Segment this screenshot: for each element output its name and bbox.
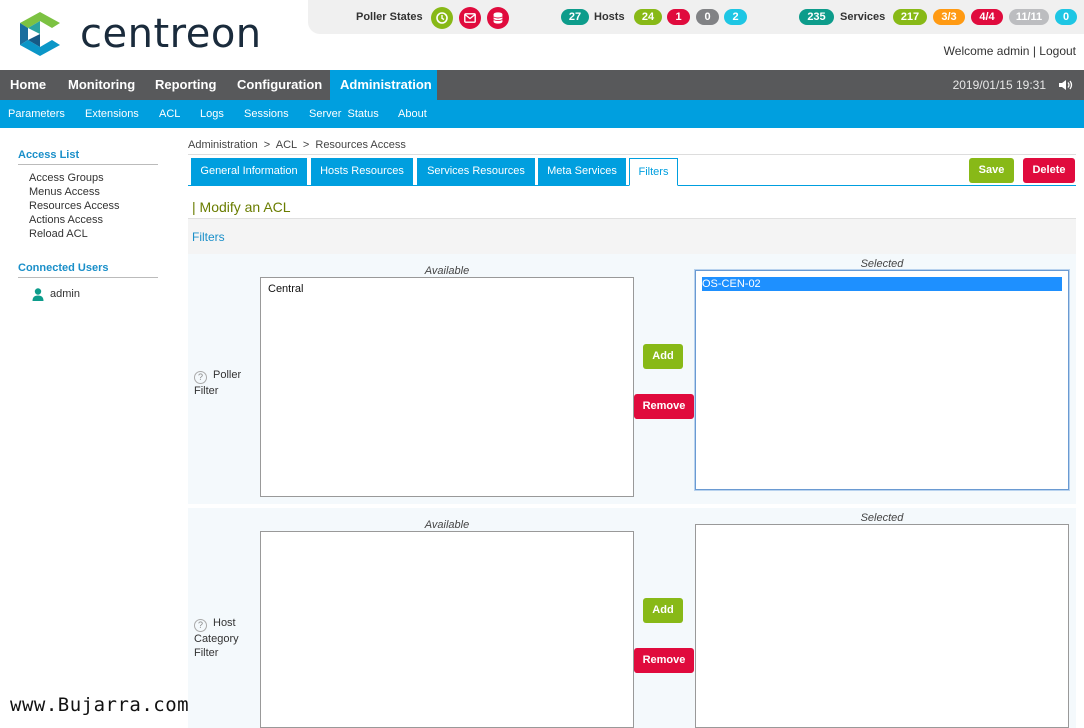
poller-add-button[interactable]: Add [643,344,683,369]
logo-text: centreon [80,11,262,57]
subnav-parameters[interactable]: Parameters [8,100,65,128]
hosts-unreachable-badge[interactable]: 0 [696,9,719,25]
tab-services-resources[interactable]: Services Resources [417,158,535,185]
poller-filter-label: ? Poller Filter [194,368,254,398]
sidebar-item-menus-access[interactable]: Menus Access [29,186,100,198]
sidebar-item-resources-access[interactable]: Resources Access [29,200,119,212]
header: centreon Poller States 27 Hosts 24 1 0 2… [0,0,1084,70]
tab-filters[interactable]: Filters [629,158,678,186]
save-button[interactable]: Save [969,158,1014,183]
tab-meta-services[interactable]: Meta Services [538,158,626,185]
host-category-remove-button[interactable]: Remove [634,648,694,673]
access-list-heading: Access List [18,149,158,165]
sidebar-item-actions-access[interactable]: Actions Access [29,214,103,226]
status-bar: Poller States 27 Hosts 24 1 0 2 235 Serv… [308,0,1084,34]
app-root: centreon Poller States 27 Hosts 24 1 0 2… [0,0,1084,728]
watermark: www.Bujarra.com [10,694,190,716]
subnav-extensions[interactable]: Extensions [85,100,139,128]
host-category-filter-label: ? Host Category Filter [194,616,254,660]
database-icon[interactable] [487,7,509,29]
help-icon[interactable]: ? [194,619,207,632]
services-warning-badge[interactable]: 3/3 [933,9,965,25]
nav-reporting[interactable]: Reporting [145,70,226,100]
centreon-logo-icon [20,12,60,56]
logout-link[interactable]: Logout [1039,44,1076,58]
speaker-icon[interactable] [1058,79,1074,94]
datetime: 2019/01/15 19:31 [952,78,1046,92]
help-icon[interactable]: ? [194,371,207,384]
sidebar-item-access-groups[interactable]: Access Groups [29,172,104,184]
welcome-separator: | [1032,44,1036,58]
poller-selected-option[interactable]: OS-CEN-02 [702,277,1062,291]
subnav-server-status[interactable]: Server Status [309,100,379,128]
nav-configuration[interactable]: Configuration [227,70,332,100]
poller-available-caption: Available [424,265,470,277]
services-ok-badge[interactable]: 217 [893,9,927,25]
hosts-label: Hosts [594,11,625,23]
poller-states-label: Poller States [356,11,423,23]
host-category-selected-list[interactable] [695,524,1069,728]
hosts-up-badge[interactable]: 24 [634,9,662,25]
connected-user[interactable]: admin [50,288,80,300]
breadcrumb: Administration > ACL > Resources Access [188,139,406,151]
subnav-logs[interactable]: Logs [200,100,224,128]
poller-available-list[interactable]: Central [260,277,634,497]
nav-home[interactable]: Home [0,70,56,100]
connected-users-heading: Connected Users [18,262,158,278]
nav-monitoring[interactable]: Monitoring [58,70,145,100]
tab-general-information[interactable]: General Information [191,158,307,185]
poller-available-option[interactable]: Central [268,282,626,296]
hosts-pending-badge[interactable]: 2 [724,9,747,25]
centreon-logo[interactable]: centreon [16,12,262,56]
section-title: Filters [192,230,225,244]
sub-nav: Parameters Extensions ACL Logs Sessions … [0,100,1084,128]
subnav-sessions[interactable]: Sessions [244,100,289,128]
poller-selected-list[interactable]: OS-CEN-02 [695,270,1069,490]
host-category-selected-caption: Selected [860,512,904,524]
clock-icon[interactable] [431,7,453,29]
page-title: | Modify an ACL [192,199,291,215]
services-total-badge[interactable]: 235 [799,9,834,25]
host-category-available-caption: Available [424,519,470,531]
welcome-area: Welcome admin | Logout [944,44,1076,58]
poller-selected-caption: Selected [860,258,904,270]
mail-icon[interactable] [459,7,481,29]
subnav-about[interactable]: About [398,100,427,128]
host-category-available-list[interactable] [260,531,634,728]
services-pending-badge[interactable]: 0 [1055,9,1077,25]
main-nav: Home Monitoring Reporting Configuration … [0,70,1084,100]
hosts-total-badge[interactable]: 27 [561,9,589,25]
services-unknown-badge[interactable]: 11/11 [1009,9,1049,25]
host-category-add-button[interactable]: Add [643,598,683,623]
subnav-acl[interactable]: ACL [159,100,180,128]
welcome-text: Welcome admin [943,44,1030,58]
filters-section-header: Filters [188,218,1076,254]
poller-remove-button[interactable]: Remove [634,394,694,419]
nav-administration[interactable]: Administration [330,70,437,100]
hosts-down-badge[interactable]: 1 [667,9,690,25]
breadcrumb-divider [188,154,1076,155]
services-critical-badge[interactable]: 4/4 [971,9,1003,25]
sidebar-item-reload-acl[interactable]: Reload ACL [29,228,88,240]
user-icon [32,288,44,304]
services-label: Services [840,11,886,23]
tab-hosts-resources[interactable]: Hosts Resources [311,158,413,185]
delete-button[interactable]: Delete [1023,158,1075,183]
